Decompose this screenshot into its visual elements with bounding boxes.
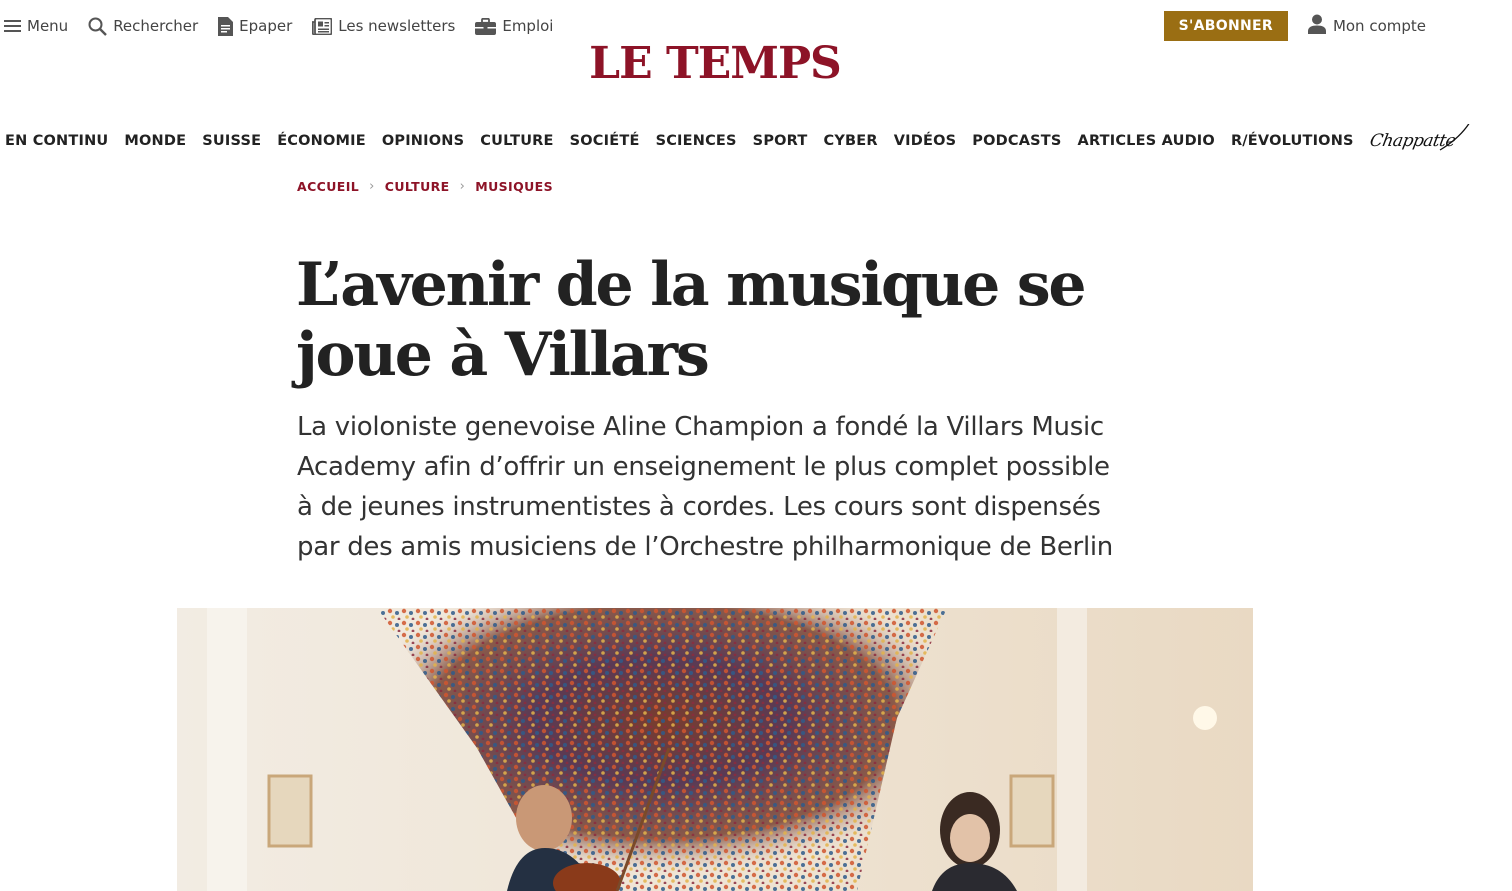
epaper-label: Epaper (239, 17, 293, 35)
hamburger-icon (4, 19, 21, 33)
document-icon (218, 16, 234, 36)
epaper-link[interactable]: Epaper (218, 13, 292, 39)
nav-item-podcasts[interactable]: PODCASTS (972, 130, 1061, 152)
jobs-link[interactable]: Emploi (475, 13, 553, 39)
menu-label: Menu (27, 17, 69, 35)
hero-photo (177, 608, 1253, 891)
chappatte-flourish-icon (1439, 124, 1470, 151)
nav-item-cyber[interactable]: CYBER (823, 130, 877, 152)
hero-photo-illustration (177, 608, 1253, 891)
nav-item-economie[interactable]: ÉCONOMIE (277, 130, 366, 152)
nav-item-sciences[interactable]: SCIENCES (656, 130, 737, 152)
newspaper-icon (312, 17, 333, 35)
nav-item-videos[interactable]: VIDÉOS (894, 130, 957, 152)
nav-item-chappatte[interactable]: Chappatte (1368, 124, 1470, 158)
chevron-right-icon: › (369, 179, 375, 194)
nav-item-monde[interactable]: MONDE (124, 130, 186, 152)
newsletters-link[interactable]: Les newsletters (312, 13, 455, 39)
article-headline: L’avenir de la musique se joue à Villars (296, 250, 1087, 390)
search-button[interactable]: Rechercher (88, 13, 198, 39)
breadcrumb-home[interactable]: ACCUEIL (297, 179, 359, 194)
briefcase-icon (475, 17, 497, 35)
nav-item-revolutions[interactable]: R/ÉVOLUTIONS (1231, 130, 1354, 152)
breadcrumb-musiques[interactable]: MUSIQUES (475, 179, 553, 194)
main-nav: EN CONTINU MONDE SUISSE ÉCONOMIE OPINION… (5, 124, 1470, 158)
search-icon (88, 17, 108, 36)
account-label: Mon compte (1332, 17, 1426, 35)
article-lede: La violoniste genevoise Aline Champion a… (297, 412, 1113, 562)
newsletters-label: Les newsletters (338, 17, 456, 35)
chevron-right-icon: › (459, 179, 466, 194)
jobs-label: Emploi (502, 17, 554, 35)
account-link[interactable]: Mon compte (1307, 14, 1426, 38)
menu-button[interactable]: Menu (4, 13, 68, 39)
nav-item-suisse[interactable]: SUISSE (202, 130, 261, 152)
site-logo[interactable]: LE TEMPS (0, 38, 1430, 89)
nav-item-societe[interactable]: SOCIÉTÉ (570, 130, 640, 152)
nav-item-en-continu[interactable]: EN CONTINU (5, 130, 108, 152)
nav-item-articles-audio[interactable]: ARTICLES AUDIO (1078, 130, 1215, 152)
nav-item-opinions[interactable]: OPINIONS (382, 130, 464, 152)
account-bar: S'ABONNER Mon compte (1163, 11, 1426, 41)
search-label: Rechercher (113, 17, 199, 35)
breadcrumb-culture[interactable]: CULTURE (385, 179, 450, 194)
nav-item-culture[interactable]: CULTURE (480, 130, 553, 152)
nav-item-sport[interactable]: SPORT (753, 130, 808, 152)
subscribe-button[interactable]: S'ABONNER (1163, 11, 1288, 41)
user-icon (1307, 14, 1326, 38)
utility-bar: Menu Rechercher Epaper Les newsletters E… (4, 13, 573, 39)
breadcrumb: ACCUEIL › CULTURE › MUSIQUES (297, 179, 553, 194)
